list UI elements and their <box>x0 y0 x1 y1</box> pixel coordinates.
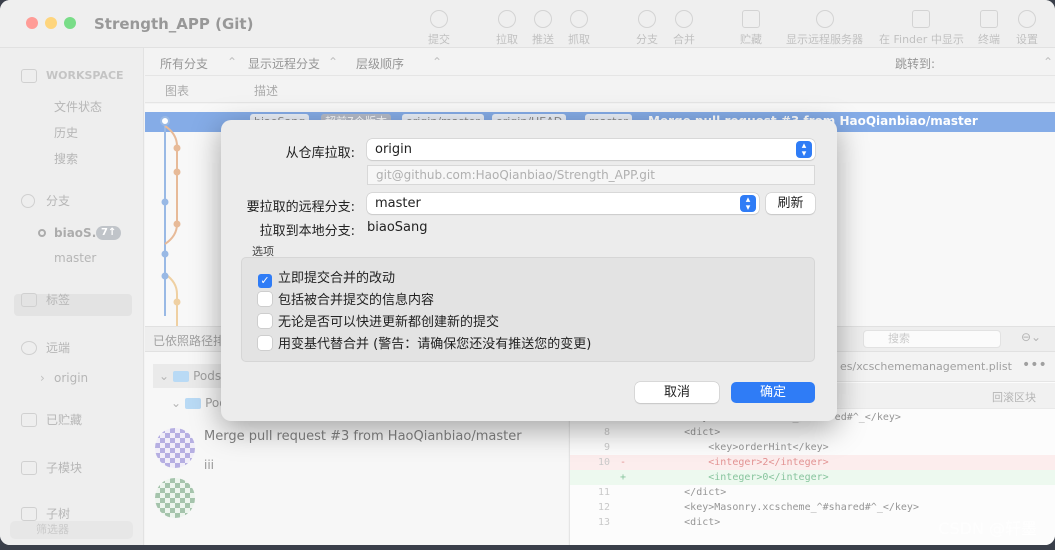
pull-dialog: 从仓库拉取: origin ▴ ▾ git@github.com:HaoQianb… <box>221 120 837 421</box>
option-include-messages[interactable]: 包括被合并提交的信息内容 <box>258 292 434 310</box>
watermark: CSDN @轩墨 <box>938 519 1037 538</box>
option-label: 用变基代替合并 (警告：请确保您还没有推送您的变更) <box>278 337 592 352</box>
select-stepper-icon: ▴ ▾ <box>796 141 812 159</box>
option-rebase-instead[interactable]: 用变基代替合并 (警告：请确保您还没有推送您的变更) <box>258 336 591 354</box>
local-branch-label: 拉取到本地分支: <box>259 224 355 239</box>
pull-from-label: 从仓库拉取: <box>285 146 355 161</box>
checkbox-checked[interactable]: ✓ <box>258 274 272 288</box>
remote-branch-label: 要拉取的远程分支: <box>246 200 355 215</box>
app-window: Strength_APP (Git) 提交 拉取 推送 抓取 分支 合并 贮藏 … <box>0 0 1055 545</box>
checkbox[interactable] <box>258 314 272 328</box>
remote-url-field: git@github.com:HaoQianbiao/Strength_APP.… <box>367 165 815 185</box>
local-branch-value: biaoSang <box>367 220 428 235</box>
option-label: 立即提交合并的改动 <box>278 271 396 286</box>
option-commit-merged-changes[interactable]: ✓ 立即提交合并的改动 <box>258 270 395 288</box>
option-always-create-commit[interactable]: 无论是否可以快进更新都创建新的提交 <box>258 314 499 332</box>
option-label: 无论是否可以快进更新都创建新的提交 <box>278 315 500 330</box>
cancel-button[interactable]: 取消 <box>635 382 719 403</box>
checkbox[interactable] <box>258 336 272 350</box>
select-stepper-icon: ▴ ▾ <box>740 195 756 213</box>
refresh-button[interactable]: 刷新 <box>766 193 815 214</box>
ok-button[interactable]: 确定 <box>731 382 815 403</box>
option-label: 包括被合并提交的信息内容 <box>278 293 435 308</box>
remote-branch-value: master <box>375 196 421 211</box>
remote-repository-select[interactable]: origin ▴ ▾ <box>367 139 815 160</box>
options-group: ✓ 立即提交合并的改动 包括被合并提交的信息内容 无论是否可以快进更新都创建新的提… <box>241 257 815 362</box>
checkbox[interactable] <box>258 292 272 306</box>
remote-branch-select[interactable]: master ▴ ▾ <box>367 193 759 214</box>
remote-repository-value: origin <box>375 142 413 157</box>
